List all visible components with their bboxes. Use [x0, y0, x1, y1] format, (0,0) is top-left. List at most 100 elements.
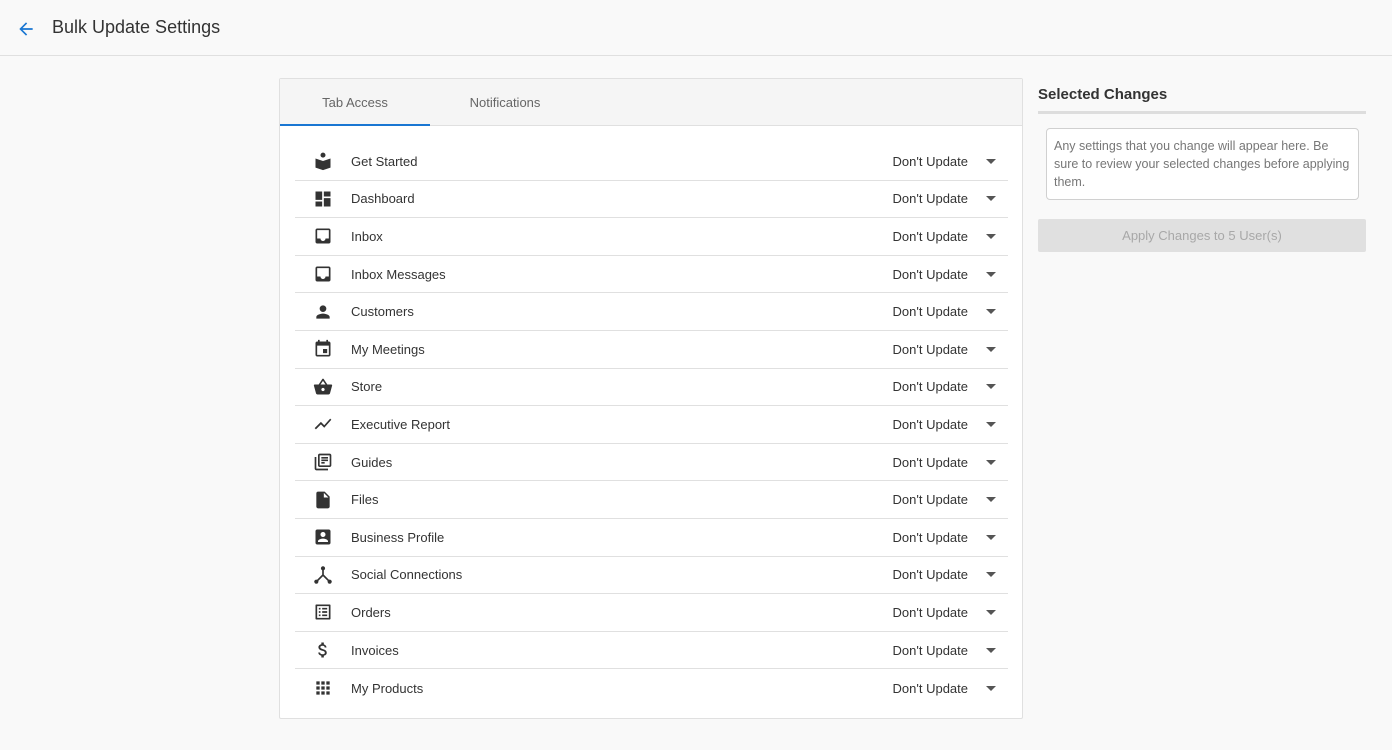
dollar-icon — [313, 640, 333, 660]
caret-down-icon — [986, 685, 996, 691]
caret-down-icon — [986, 459, 996, 465]
file-icon — [313, 490, 333, 510]
list-item: Orders Don't Update — [295, 594, 1008, 632]
select-value: Don't Update — [892, 567, 968, 583]
tab-notifications[interactable]: Notifications — [430, 79, 580, 125]
row-label: Store — [351, 379, 383, 395]
selected-changes-panel: Selected Changes Any settings that you c… — [1038, 86, 1366, 252]
update-select[interactable]: Don't Update — [893, 191, 996, 206]
select-value: Don't Update — [892, 153, 968, 169]
panel-title: Selected Changes — [1038, 86, 1366, 114]
tab-tab-access[interactable]: Tab Access — [280, 79, 430, 126]
select-value: Don't Update — [892, 228, 968, 244]
caret-down-icon — [986, 158, 996, 164]
caret-down-icon — [986, 609, 996, 615]
row-label: Inbox — [351, 228, 383, 244]
row-label: Get Started — [351, 153, 418, 169]
caret-down-icon — [986, 271, 996, 277]
list-item: Business Profile Don't Update — [295, 519, 1008, 557]
row-label: Dashboard — [351, 191, 415, 207]
caret-down-icon — [986, 497, 996, 503]
caret-down-icon — [986, 384, 996, 390]
select-value: Don't Update — [892, 304, 968, 320]
update-select[interactable]: Don't Update — [893, 304, 996, 319]
list-item: Get Started Don't Update — [295, 143, 1008, 181]
update-select[interactable]: Don't Update — [893, 567, 996, 582]
back-button[interactable] — [14, 17, 38, 41]
update-select[interactable]: Don't Update — [893, 643, 996, 658]
row-label: Executive Report — [351, 416, 450, 432]
row-label: Inbox Messages — [351, 266, 446, 282]
list-item: Customers Don't Update — [295, 293, 1008, 331]
list-item: Files Don't Update — [295, 481, 1008, 519]
library-books-icon — [313, 452, 333, 472]
share-network-icon — [313, 565, 333, 585]
account-box-icon — [313, 527, 333, 547]
list-item: Invoices Don't Update — [295, 632, 1008, 670]
select-value: Don't Update — [892, 341, 968, 357]
apps-grid-icon — [313, 678, 333, 698]
trending-line-icon — [313, 414, 333, 434]
list-item: Store Don't Update — [295, 369, 1008, 407]
update-select[interactable]: Don't Update — [893, 229, 996, 244]
update-select[interactable]: Don't Update — [893, 681, 996, 696]
caret-down-icon — [986, 309, 996, 315]
inbox-icon — [313, 226, 333, 246]
row-label: Customers — [351, 304, 414, 320]
row-label: Guides — [351, 454, 393, 470]
row-label: My Meetings — [351, 341, 425, 357]
select-value: Don't Update — [892, 680, 968, 696]
list-item: Executive Report Don't Update — [295, 406, 1008, 444]
list-item: Social Connections Don't Update — [295, 557, 1008, 595]
select-value: Don't Update — [892, 642, 968, 658]
select-value: Don't Update — [892, 266, 968, 282]
row-label: Invoices — [351, 642, 399, 658]
caret-down-icon — [986, 421, 996, 427]
tab-bar: Tab Access Notifications — [280, 79, 1022, 126]
arrow-left-icon — [19, 22, 33, 36]
changes-placeholder: Any settings that you change will appear… — [1046, 128, 1359, 200]
update-select[interactable]: Don't Update — [893, 605, 996, 620]
select-value: Don't Update — [892, 454, 968, 470]
update-select[interactable]: Don't Update — [893, 342, 996, 357]
update-select[interactable]: Don't Update — [893, 492, 996, 507]
caret-down-icon — [986, 572, 996, 578]
basket-icon — [313, 377, 333, 397]
select-value: Don't Update — [892, 529, 968, 545]
settings-card: Tab Access Notifications Get Started Don… — [279, 78, 1023, 719]
select-value: Don't Update — [892, 604, 968, 620]
caret-down-icon — [986, 346, 996, 352]
list-alt-icon — [313, 602, 333, 622]
update-select[interactable]: Don't Update — [893, 455, 996, 470]
update-select[interactable]: Don't Update — [893, 417, 996, 432]
apply-changes-button[interactable]: Apply Changes to 5 User(s) — [1038, 219, 1366, 252]
person-icon — [313, 302, 333, 322]
dashboard-icon — [313, 189, 333, 209]
caret-down-icon — [986, 534, 996, 540]
list-item: Inbox Don't Update — [295, 218, 1008, 256]
row-label: Files — [351, 492, 379, 508]
update-select[interactable]: Don't Update — [893, 154, 996, 169]
list-item: Inbox Messages Don't Update — [295, 256, 1008, 294]
list-item: My Meetings Don't Update — [295, 331, 1008, 369]
row-label: Business Profile — [351, 529, 445, 545]
select-value: Don't Update — [892, 416, 968, 432]
inbox-icon — [313, 264, 333, 284]
list-item: Dashboard Don't Update — [295, 181, 1008, 219]
update-select[interactable]: Don't Update — [893, 530, 996, 545]
list-item: Guides Don't Update — [295, 444, 1008, 482]
list-item: My Products Don't Update — [295, 669, 1008, 707]
row-label: Orders — [351, 604, 391, 620]
caret-down-icon — [986, 647, 996, 653]
select-value: Don't Update — [892, 191, 968, 207]
row-label: Social Connections — [351, 567, 463, 583]
caret-down-icon — [986, 233, 996, 239]
page-title: Bulk Update Settings — [52, 17, 221, 37]
calendar-icon — [313, 339, 333, 359]
update-select[interactable]: Don't Update — [893, 267, 996, 282]
select-value: Don't Update — [892, 379, 968, 395]
row-label: My Products — [351, 680, 424, 696]
update-select[interactable]: Don't Update — [893, 379, 996, 394]
top-bar: Bulk Update Settings — [0, 0, 1392, 56]
book-reader-icon — [313, 151, 333, 171]
